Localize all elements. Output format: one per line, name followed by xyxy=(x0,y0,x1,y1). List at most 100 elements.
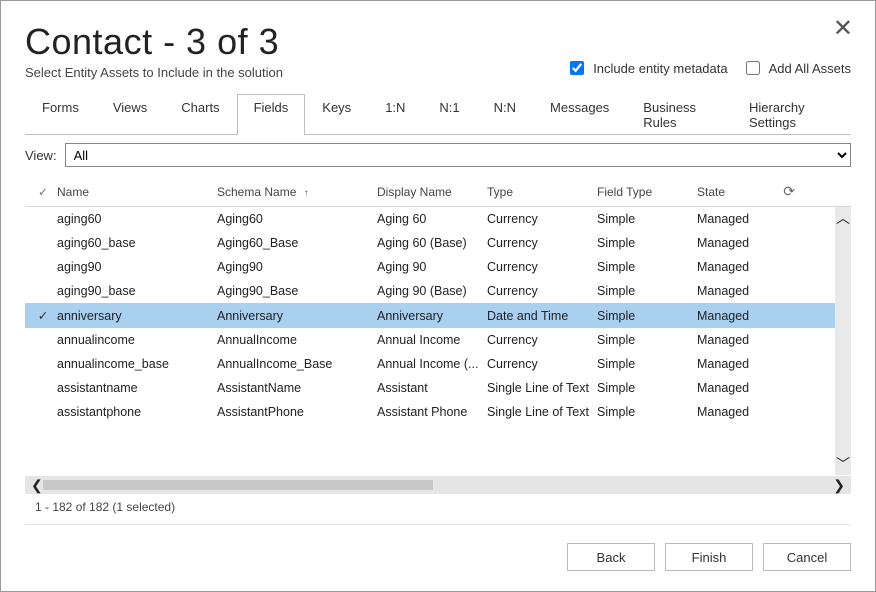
cell-display: Assistant xyxy=(377,381,487,395)
include-metadata-checkbox[interactable]: Include entity metadata xyxy=(566,58,727,78)
cell-type: Single Line of Text xyxy=(487,405,597,419)
asset-options: Include entity metadata Add All Assets xyxy=(566,58,851,78)
scroll-down-icon[interactable]: ﹀ xyxy=(836,457,850,471)
sort-ascending-icon: ↑ xyxy=(304,188,309,199)
col-type[interactable]: Type xyxy=(487,185,597,199)
col-display[interactable]: Display Name xyxy=(377,185,487,199)
include-metadata-label: Include entity metadata xyxy=(593,61,727,76)
include-metadata-input[interactable] xyxy=(570,61,584,75)
cell-type: Currency xyxy=(487,212,597,226)
add-all-assets-input[interactable] xyxy=(746,61,760,75)
cell-schema: Aging90_Base xyxy=(217,284,377,298)
cell-state: Managed xyxy=(697,333,779,347)
cancel-button[interactable]: Cancel xyxy=(763,543,851,571)
grid-body: aging60Aging60Aging 60CurrencySimpleMana… xyxy=(25,207,851,472)
cell-type: Currency xyxy=(487,284,597,298)
tab-n-n[interactable]: N:N xyxy=(477,94,533,135)
cell-fieldtype: Simple xyxy=(597,381,697,395)
table-row[interactable]: aging60Aging60Aging 60CurrencySimpleMana… xyxy=(25,207,851,231)
table-row[interactable]: assistantnameAssistantNameAssistantSingl… xyxy=(25,376,851,400)
tab-business-rules[interactable]: Business Rules xyxy=(626,94,732,135)
page-title: Contact - 3 of 3 xyxy=(25,21,283,63)
cell-name: anniversary xyxy=(57,309,217,323)
tab-charts[interactable]: Charts xyxy=(164,94,236,135)
tab-hierarchy-settings[interactable]: Hierarchy Settings xyxy=(732,94,851,135)
cell-state: Managed xyxy=(697,357,779,371)
cell-name: assistantphone xyxy=(57,405,217,419)
cell-name: aging60_base xyxy=(57,236,217,250)
col-fieldtype[interactable]: Field Type xyxy=(597,185,697,199)
table-row[interactable]: annualincomeAnnualIncomeAnnual IncomeCur… xyxy=(25,328,851,352)
cell-type: Single Line of Text xyxy=(487,381,597,395)
cell-state: Managed xyxy=(697,381,779,395)
row-check-icon[interactable]: ✓ xyxy=(29,308,57,323)
cell-name: annualincome xyxy=(57,333,217,347)
cell-fieldtype: Simple xyxy=(597,284,697,298)
cell-fieldtype: Simple xyxy=(597,212,697,226)
tab-1-n[interactable]: 1:N xyxy=(368,94,422,135)
tab-keys[interactable]: Keys xyxy=(305,94,368,135)
col-schema-label: Schema Name xyxy=(217,185,296,199)
cell-name: assistantname xyxy=(57,381,217,395)
cell-schema: Anniversary xyxy=(217,309,377,323)
cell-name: aging60 xyxy=(57,212,217,226)
tab-messages[interactable]: Messages xyxy=(533,94,626,135)
col-state[interactable]: State xyxy=(697,185,779,199)
dialog-footer: Back Finish Cancel xyxy=(25,525,851,571)
cell-schema: Aging90 xyxy=(217,260,377,274)
header-block: Contact - 3 of 3 Select Entity Assets to… xyxy=(25,21,283,80)
cell-fieldtype: Simple xyxy=(597,309,697,323)
scroll-left-icon[interactable]: ❮ xyxy=(31,477,43,494)
cell-state: Managed xyxy=(697,236,779,250)
view-label: View: xyxy=(25,148,57,163)
tab-views[interactable]: Views xyxy=(96,94,164,135)
col-schema[interactable]: Schema Name ↑ xyxy=(217,185,377,199)
cell-display: Assistant Phone xyxy=(377,405,487,419)
add-all-assets-checkbox[interactable]: Add All Assets xyxy=(742,58,851,78)
grid-status: 1 - 182 of 182 (1 selected) xyxy=(25,500,851,514)
close-icon[interactable]: ✕ xyxy=(833,17,853,41)
finish-button[interactable]: Finish xyxy=(665,543,753,571)
header-row: Contact - 3 of 3 Select Entity Assets to… xyxy=(25,21,851,80)
tab-n-1[interactable]: N:1 xyxy=(422,94,476,135)
cell-state: Managed xyxy=(697,309,779,323)
table-row[interactable]: ✓anniversaryAnniversaryAnniversaryDate a… xyxy=(25,303,851,328)
cell-name: annualincome_base xyxy=(57,357,217,371)
scroll-right-icon[interactable]: ❯ xyxy=(833,477,845,494)
dialog: ✕ Contact - 3 of 3 Select Entity Assets … xyxy=(0,0,876,592)
view-row: View: All xyxy=(25,143,851,167)
cell-state: Managed xyxy=(697,212,779,226)
table-row[interactable]: assistantphoneAssistantPhoneAssistant Ph… xyxy=(25,400,851,424)
col-name[interactable]: Name xyxy=(57,185,217,199)
cell-fieldtype: Simple xyxy=(597,357,697,371)
page-subtitle: Select Entity Assets to Include in the s… xyxy=(25,65,283,80)
cell-display: Annual Income (... xyxy=(377,357,487,371)
vertical-scrollbar[interactable]: ︿ ﹀ xyxy=(835,207,851,475)
cell-type: Currency xyxy=(487,357,597,371)
checkmark-icon[interactable]: ✓ xyxy=(29,185,57,199)
refresh-icon[interactable]: ⟳ xyxy=(779,183,795,200)
cell-display: Anniversary xyxy=(377,309,487,323)
horizontal-scrollbar[interactable]: ❮ ❯ xyxy=(25,476,851,494)
cell-state: Managed xyxy=(697,405,779,419)
cell-schema: AssistantPhone xyxy=(217,405,377,419)
table-row[interactable]: aging60_baseAging60_BaseAging 60 (Base)C… xyxy=(25,231,851,255)
view-select[interactable]: All xyxy=(65,143,851,167)
cell-type: Currency xyxy=(487,333,597,347)
table-row[interactable]: aging90Aging90Aging 90CurrencySimpleMana… xyxy=(25,255,851,279)
tab-forms[interactable]: Forms xyxy=(25,94,96,135)
scroll-thumb[interactable] xyxy=(43,480,434,490)
cell-type: Date and Time xyxy=(487,309,597,323)
scroll-up-icon[interactable]: ︿ xyxy=(836,211,850,225)
cell-state: Managed xyxy=(697,284,779,298)
table-row[interactable]: annualincome_baseAnnualIncome_BaseAnnual… xyxy=(25,352,851,376)
table-row[interactable]: aging90_baseAging90_BaseAging 90 (Base)C… xyxy=(25,279,851,303)
cell-fieldtype: Simple xyxy=(597,260,697,274)
cell-schema: Aging60_Base xyxy=(217,236,377,250)
tab-fields[interactable]: Fields xyxy=(237,94,306,135)
cell-fieldtype: Simple xyxy=(597,405,697,419)
cell-schema: AnnualIncome xyxy=(217,333,377,347)
cell-name: aging90_base xyxy=(57,284,217,298)
fields-grid: ✓ Name Schema Name ↑ Display Name Type F… xyxy=(25,177,851,514)
back-button[interactable]: Back xyxy=(567,543,655,571)
